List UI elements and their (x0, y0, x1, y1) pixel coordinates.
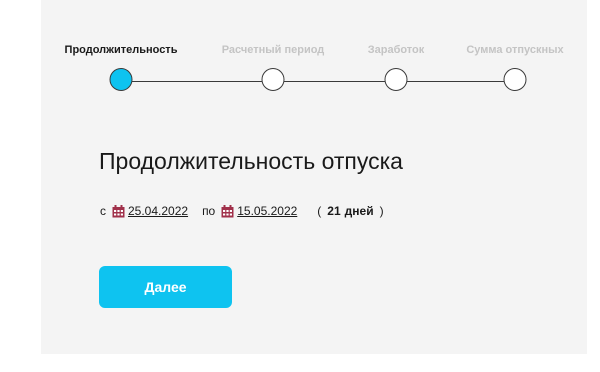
step-connector (284, 81, 385, 82)
step-indicator-vacation-pay[interactable] (503, 68, 527, 91)
step-connector (132, 81, 262, 82)
days-word: дней (344, 204, 374, 218)
step-label-earnings[interactable]: Заработок (368, 44, 425, 56)
step-label-duration[interactable]: Продолжительность (65, 44, 178, 56)
calendar-icon[interactable] (221, 204, 234, 218)
step-indicator-calc-period[interactable] (261, 68, 285, 91)
days-count: 21 (327, 204, 341, 218)
date-range: с 25.04.2022 по 15.05.2022 ( 21 дней ) (100, 204, 390, 218)
from-date-link[interactable]: 25.04.2022 (128, 204, 188, 218)
open-paren: ( (317, 204, 322, 218)
to-date-link[interactable]: 15.05.2022 (237, 204, 297, 218)
step-indicator-earnings[interactable] (384, 68, 408, 91)
calendar-icon[interactable] (112, 204, 125, 218)
close-paren: ) (379, 204, 384, 218)
step-indicator-duration[interactable] (109, 68, 133, 91)
step-label-vacation-pay[interactable]: Сумма отпускных (466, 44, 563, 56)
from-label: с (100, 204, 106, 218)
step-label-calc-period[interactable]: Расчетный период (222, 44, 325, 56)
page-title: Продолжительность отпуска (99, 148, 403, 174)
next-button[interactable]: Далее (99, 266, 232, 308)
step-connector (407, 81, 504, 82)
to-label: по (202, 204, 216, 218)
